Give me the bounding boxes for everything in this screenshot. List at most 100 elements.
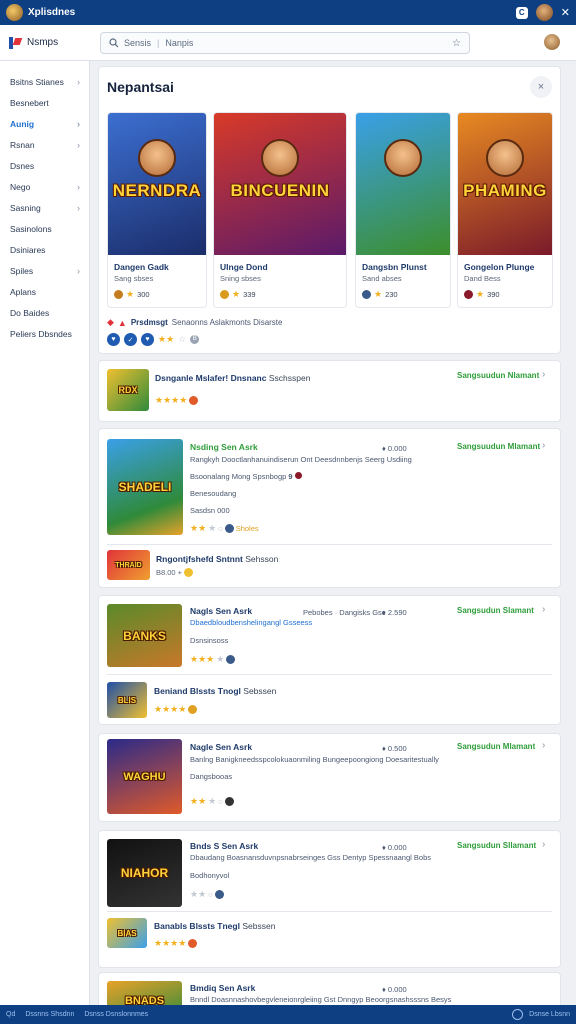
sidebar-item[interactable]: Aunig ›	[0, 113, 89, 134]
game-description: Banlng Banigkneedsspcolokuaonmiling Bung…	[190, 755, 439, 764]
game-cta-link[interactable]: Sangsuudun Mlamant	[457, 442, 540, 451]
footer-item[interactable]: Qd	[6, 1011, 15, 1018]
search-placeholder: Nanpis	[165, 38, 194, 48]
game-logo-text: NERNDRA	[112, 181, 202, 201]
sidebar-item-label: Peliers Dbsndes	[10, 328, 72, 339]
chevron-right-icon[interactable]: ›	[542, 369, 545, 380]
game-cta-link[interactable]: Sangsudun Slamant	[457, 606, 534, 615]
divider	[107, 674, 552, 675]
titlebar-avatar[interactable]	[535, 4, 553, 21]
star-icon: ★★★★	[154, 704, 187, 714]
sidebar-item[interactable]: Sasinolons	[0, 218, 89, 239]
game-rating: ★★ ◌	[190, 889, 224, 900]
sidebar-item-label: Do Baides	[10, 307, 50, 318]
game-title[interactable]: Bmdiq Sen Asrk	[190, 983, 255, 993]
brand-name[interactable]: Nsmps	[27, 37, 58, 48]
featured-game-card[interactable]: BINCUENIN Ulnge Dond Sning sbses ★ 339	[213, 112, 347, 308]
chevron-right-icon: ›	[77, 202, 80, 213]
sidebar-item[interactable]: Sasning ›	[0, 197, 89, 218]
rating-dot-icon	[214, 890, 224, 899]
game-title[interactable]: Bnds S Sen Asrk	[190, 841, 258, 851]
star-empty-icon: ★★	[190, 889, 207, 899]
game-thumbnail[interactable]: NIAHOR	[107, 839, 182, 907]
list-item[interactable]: RDX Dsnganle Mslafer! Dnsnanc Sschsspen …	[98, 360, 561, 422]
list-title-rest: Sschsspen	[268, 373, 311, 383]
game-cta-link[interactable]: Sangsudun Sllamant	[457, 841, 536, 850]
sidebar-item[interactable]: Bsitns Stianes ›	[0, 71, 89, 92]
brand-logo-icon[interactable]	[8, 36, 22, 50]
list-cta-link[interactable]: Sangsuudun Nlamant	[457, 371, 539, 380]
game-group-card: SHADELI Nsding Sen Asrk ♦ 0.000 Sangsuud…	[98, 428, 561, 588]
rating-value: 300	[137, 290, 150, 299]
game-title[interactable]: Nagle Sen Asrk	[190, 742, 252, 752]
ring-icon: ◌	[218, 524, 223, 533]
featured-game-rating: ★ 300	[114, 289, 150, 300]
sidebar-item[interactable]: Besnebert	[0, 92, 89, 113]
footer-item[interactable]: Dssnns Shsdnn	[25, 1011, 74, 1018]
star-empty-icon: ☆	[178, 334, 187, 344]
close-icon[interactable]: ✕	[561, 6, 570, 19]
heart-icon[interactable]: ♥	[107, 333, 120, 346]
footer-item[interactable]: Dsnse Lbsnn	[529, 1011, 570, 1018]
featured-close-button[interactable]: ×	[530, 76, 552, 98]
game-thumbnail[interactable]: WAGHU	[107, 739, 182, 814]
check-icon[interactable]: ✓	[124, 333, 137, 346]
sub-title[interactable]: Rngontjfshefd Sntnnt Sehsson	[156, 554, 278, 564]
sidebar-item[interactable]: Do Baides	[0, 302, 89, 323]
count-dot-icon: B	[190, 335, 200, 344]
user-avatar[interactable]	[544, 34, 560, 50]
sidebar-item-label: Dsnes	[10, 160, 35, 171]
game-title[interactable]: Nsding Sen Asrk	[190, 442, 258, 452]
game-genre-text: Bsoonalang Mong Spsnbogp	[190, 472, 287, 481]
star-icon: ★	[232, 289, 241, 299]
footer-item[interactable]: Dsnss Dsnslonnmes	[84, 1011, 148, 1018]
chevron-right-icon[interactable]: ›	[542, 740, 545, 751]
game-tags: Pebobes · Dangisks Gsc	[303, 608, 386, 617]
sidebar-item[interactable]: Peliers Dbsndes	[0, 323, 89, 344]
strip-bold-label[interactable]: Prsdmsgt	[131, 318, 168, 327]
publisher-icon	[464, 290, 473, 299]
game-description: Bnndl Doasnnashovbegvleneionrgleiing Gst…	[190, 995, 452, 1004]
sidebar-item[interactable]: Aplans	[0, 281, 89, 302]
chevron-right-icon[interactable]: ›	[542, 604, 545, 615]
sidebar-item-label: Dsiniares	[10, 244, 46, 255]
game-thumbnail[interactable]: BANKS	[107, 604, 182, 667]
sidebar-item[interactable]: Nego ›	[0, 176, 89, 197]
share-icon[interactable]: ♥	[141, 333, 154, 346]
chevron-right-icon[interactable]: ›	[542, 839, 545, 850]
game-thumbnail[interactable]: SHADELI	[107, 439, 183, 535]
search-input[interactable]: Sensis | Nanpis ☆	[100, 32, 470, 54]
game-logo-text: PHAMING	[463, 181, 547, 201]
featured-game-card[interactable]: Dangsbn Plunst Sand abses ★ 230	[355, 112, 451, 308]
sub-thumbnail[interactable]: BLIS	[107, 682, 147, 718]
game-title[interactable]: Nagls Sen Asrk	[190, 606, 252, 616]
featured-game-art: NERNDRA	[108, 113, 206, 255]
game-cta-link[interactable]: Sangsudun Mlamant	[457, 742, 535, 751]
sub-title-text: Beniand Blssts Tnogl	[154, 686, 241, 696]
sidebar-item[interactable]: Rsnan ›	[0, 134, 89, 155]
profile-badge-icon[interactable]: C	[515, 6, 528, 19]
featured-game-card[interactable]: NERNDRA Dangen Gadk Sang sbses ★ 300	[107, 112, 207, 308]
sub-thumbnail[interactable]: BIAS	[107, 918, 147, 948]
sub-title-rest: Sebssen	[242, 921, 276, 931]
sidebar-item-label: Aunig	[10, 118, 35, 129]
pin-icon[interactable]: ☆	[452, 38, 461, 49]
sub-rating: ★★★★	[154, 938, 198, 949]
sidebar-item[interactable]: Dsnes	[0, 155, 89, 176]
featured-game-card[interactable]: PHAMING Gongelon Plunge Dand Bess ★ 390	[457, 112, 553, 308]
game-price: ♦ 2.590	[382, 608, 407, 617]
sidebar-item[interactable]: Spiles ›	[0, 260, 89, 281]
app-logo-icon	[6, 4, 23, 21]
search-separator: |	[157, 38, 160, 48]
rating-value: 390	[487, 290, 500, 299]
sub-title[interactable]: Banabls Blssts Tnegl Sebssen	[154, 921, 275, 931]
sub-title[interactable]: Beniand Blssts Tnogl Sebssen	[154, 686, 276, 696]
game-rating: ★★ ★ ◌ Sholes	[190, 523, 259, 534]
sub-thumbnail[interactable]: THRAID	[107, 550, 150, 580]
rating-value: 230	[385, 290, 398, 299]
chevron-right-icon[interactable]: ›	[542, 440, 545, 451]
ring-icon: ◌	[218, 797, 223, 806]
globe-icon[interactable]	[512, 1009, 524, 1020]
sidebar-item[interactable]: Dsiniares	[0, 239, 89, 260]
rating-dot-icon	[189, 396, 199, 405]
